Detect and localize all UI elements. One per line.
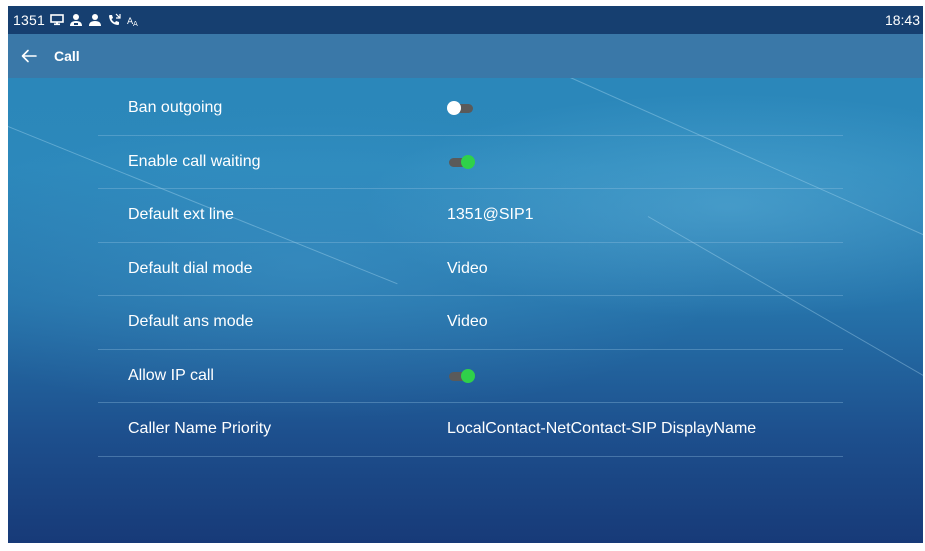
call-waiting-toggle[interactable]: [447, 154, 475, 169]
settings-list: Ban outgoing Enable call waiting Default…: [98, 82, 843, 457]
allow-ip-call-toggle[interactable]: [447, 368, 475, 383]
setting-value: Video: [447, 259, 488, 277]
setting-label: Default ans mode: [128, 313, 254, 331]
setting-row-caller-name-priority[interactable]: Caller Name Priority LocalContact-NetCon…: [98, 403, 843, 457]
svg-text:A: A: [133, 20, 138, 27]
setting-value: LocalContact-NetContact-SIP DisplayName: [447, 420, 757, 438]
setting-row-default-dial-mode[interactable]: Default dial mode Video: [98, 243, 843, 296]
auto-answer-icon: AA: [126, 13, 140, 27]
toggle-knob: [447, 101, 461, 116]
setting-label: Allow IP call: [128, 366, 214, 384]
back-arrow-icon[interactable]: [19, 46, 39, 66]
setting-value: Video: [447, 313, 488, 331]
setting-row-allow-ip-call[interactable]: Allow IP call: [98, 350, 843, 403]
setting-value: 1351@SIP1: [447, 206, 534, 224]
extension-number: 1351: [13, 12, 45, 28]
ban-outgoing-toggle[interactable]: [447, 101, 475, 116]
setting-row-ban-outgoing[interactable]: Ban outgoing: [98, 82, 843, 136]
clock: 18:43: [884, 12, 920, 28]
toggle-knob: [461, 368, 475, 383]
setting-label: Enable call waiting: [128, 152, 261, 170]
setting-label: Default dial mode: [128, 259, 253, 277]
call-forward-icon: [107, 13, 121, 27]
toggle-knob: [461, 154, 475, 169]
page-title: Call: [54, 48, 80, 64]
setting-row-default-ext-line[interactable]: Default ext line 1351@SIP1: [98, 189, 843, 243]
setting-label: Default ext line: [128, 206, 234, 224]
contact-icon: [69, 13, 83, 27]
setting-label: Ban outgoing: [128, 99, 223, 117]
status-bar: 1351 AA 18:43: [8, 6, 923, 34]
monitor-icon: [50, 13, 64, 27]
title-bar: Call: [8, 34, 923, 78]
setting-label: Caller Name Priority: [128, 420, 272, 438]
phone-screen: 1351 AA 18:43 Call Ban outgoing Enable c…: [8, 6, 923, 543]
setting-row-call-waiting[interactable]: Enable call waiting: [98, 136, 843, 189]
person-icon: [88, 13, 102, 27]
setting-row-default-ans-mode[interactable]: Default ans mode Video: [98, 296, 843, 350]
